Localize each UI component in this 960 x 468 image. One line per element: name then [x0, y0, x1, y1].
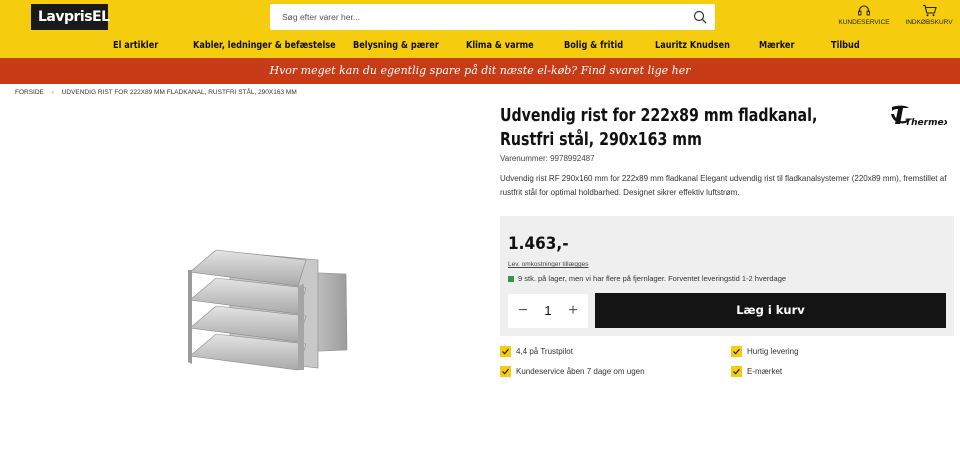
- top-header: LavprisEL KUNDESERVICE INDKØBSKURV: [0, 0, 960, 36]
- headset-icon: [858, 5, 870, 16]
- product-sku: Varenummer: 9978992487: [500, 154, 595, 163]
- breadcrumb-current: UDVENDIG RIST FOR 222X89 MM FLADKANAL, R…: [61, 89, 297, 96]
- nav-item-belysning[interactable]: Belysning & pærer: [353, 40, 439, 51]
- search-input[interactable]: [270, 4, 670, 30]
- checkmark-icon: [500, 346, 511, 357]
- usp-trustpilot: 4,4 på Trustpilot: [500, 346, 573, 357]
- stock-status: 9 stk. på lager, men vi har flere på fje…: [508, 274, 786, 283]
- search-icon[interactable]: [693, 10, 707, 24]
- search-bar[interactable]: [270, 4, 715, 30]
- product-title: Udvendig rist for 222x89 mm fladkanal, R…: [500, 106, 818, 150]
- usp-fast-delivery: Hurtig levering: [731, 346, 799, 357]
- promo-banner[interactable]: Hvor meget kan du egentlig spare på dit …: [0, 58, 960, 84]
- quantity-stepper: − 1 +: [508, 294, 588, 328]
- shipping-cost-link[interactable]: Lev. omkostninger tillægges: [508, 261, 588, 268]
- nav-item-bolig[interactable]: Bolig & fritid: [564, 40, 623, 51]
- cart-label: INDKØBSKURV: [905, 19, 953, 26]
- add-to-cart-button[interactable]: Læg i kurv: [595, 293, 946, 328]
- checkmark-icon: [500, 366, 511, 377]
- nav-item-tilbud[interactable]: Tilbud: [831, 40, 860, 51]
- brand-name: Thermex: [905, 118, 947, 128]
- nav-item-maerker[interactable]: Mærker: [759, 40, 795, 51]
- buy-box: 1.463,- Lev. omkostninger tillægges 9 st…: [500, 216, 954, 336]
- quantity-input[interactable]: 1: [534, 294, 562, 328]
- nav-item-kabler[interactable]: Kabler, ledninger & befæstelse: [193, 40, 336, 51]
- usp-customer-service: Kundeservice åben 7 dage om ugen: [500, 366, 645, 377]
- nav-item-lauritz-knudsen[interactable]: Lauritz Knudsen: [655, 40, 730, 51]
- cart-link[interactable]: INDKØBSKURV: [902, 4, 956, 26]
- site-logo[interactable]: LavprisEL: [31, 4, 110, 30]
- chevron-right-icon: ›: [51, 89, 54, 96]
- plus-icon[interactable]: +: [560, 294, 586, 328]
- nav-item-el-artikler[interactable]: El artikler: [113, 40, 158, 51]
- breadcrumb-home[interactable]: FORSIDE: [15, 89, 44, 96]
- cart-icon: [922, 4, 937, 17]
- main-navigation: El artikler Kabler, ledninger & befæstel…: [0, 36, 960, 58]
- stock-text: 9 stk. på lager, men vi har flere på fje…: [518, 274, 787, 283]
- product-description: Udvendig rist RF 290x160 mm for 222x89 m…: [500, 174, 947, 197]
- checkmark-icon: [731, 346, 742, 357]
- thermex-logo[interactable]: Thermex: [889, 104, 947, 128]
- nav-item-klima[interactable]: Klima & varme: [466, 40, 534, 51]
- breadcrumb: FORSIDE › UDVENDIG RIST FOR 222X89 MM FL…: [15, 89, 297, 96]
- customer-service-link[interactable]: KUNDESERVICE: [836, 4, 892, 26]
- in-stock-indicator: [508, 276, 514, 283]
- product-image[interactable]: [186, 246, 352, 374]
- checkmark-icon: [731, 366, 742, 377]
- usp-e-mark: E-mærket: [731, 366, 782, 377]
- customer-service-label: KUNDESERVICE: [838, 19, 890, 26]
- minus-icon[interactable]: −: [510, 294, 536, 328]
- product-price: 1.463,-: [508, 234, 569, 254]
